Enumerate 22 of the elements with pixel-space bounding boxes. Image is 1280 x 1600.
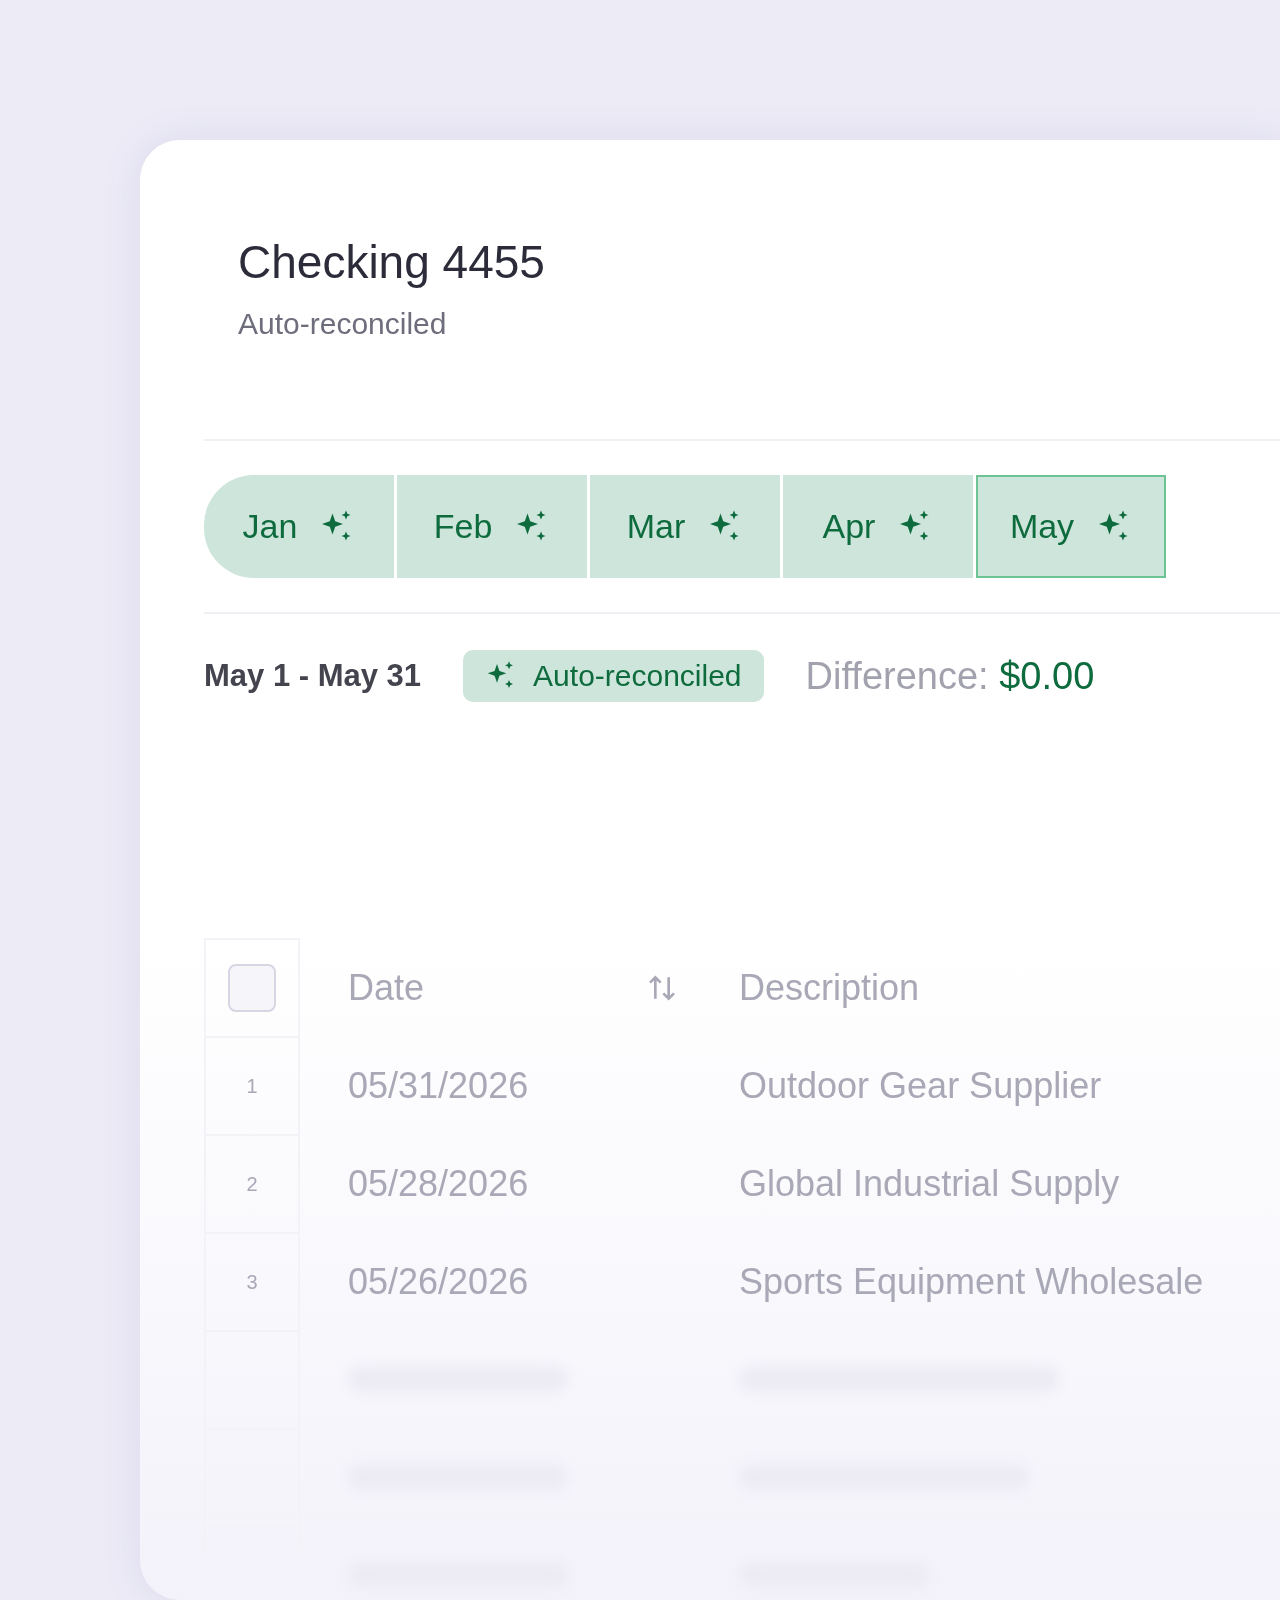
account-title: Checking 4455 [238,235,545,289]
description-cell-text: Global Industrial Supply [738,1162,1121,1206]
row-number: 3 [205,1233,299,1331]
description-cell-text: Sports Equipment Wholesale [738,1260,1204,1304]
select-all-checkbox[interactable] [228,964,276,1012]
date-cell: 05/31/2026 [299,1037,679,1135]
row-number: 2 [205,1135,299,1233]
date-cell: 05/28/2026 [299,1135,679,1233]
status-badge-text: Auto-reconciled [533,659,742,693]
date-range: May 1 - May 31 [204,658,422,694]
month-tab[interactable]: Jan [204,475,394,578]
date-cell: 05/26/2026 [299,1233,679,1331]
month-tab[interactable]: May [976,475,1166,578]
month-tab[interactable]: Apr [783,475,973,578]
row-number: 1 [205,1037,299,1135]
difference-text: Difference: $0.00 [805,654,1095,698]
month-tab[interactable]: Mar [590,475,780,578]
description-cell-text: Outdoor Gear Supplier [738,1064,1103,1108]
account-status: Auto-reconciled [238,307,447,341]
column-header: Description [739,967,920,1008]
month-tab[interactable]: Feb [397,475,587,578]
column-header: Date [348,967,425,1009]
